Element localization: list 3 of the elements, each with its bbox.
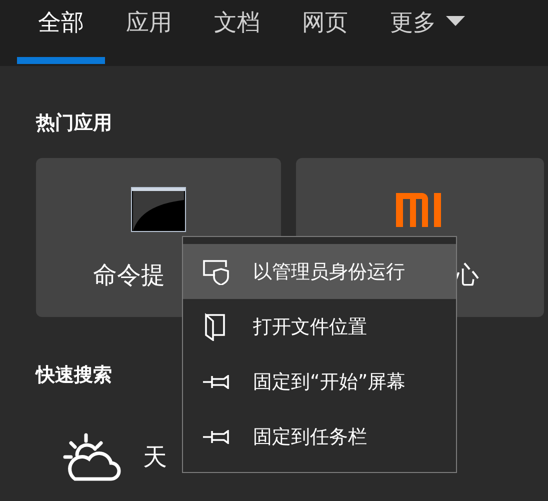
section-title: 热门应用 — [36, 112, 112, 134]
section-title: 快速搜索 — [36, 364, 112, 386]
app-name: 命令提 — [93, 261, 165, 289]
